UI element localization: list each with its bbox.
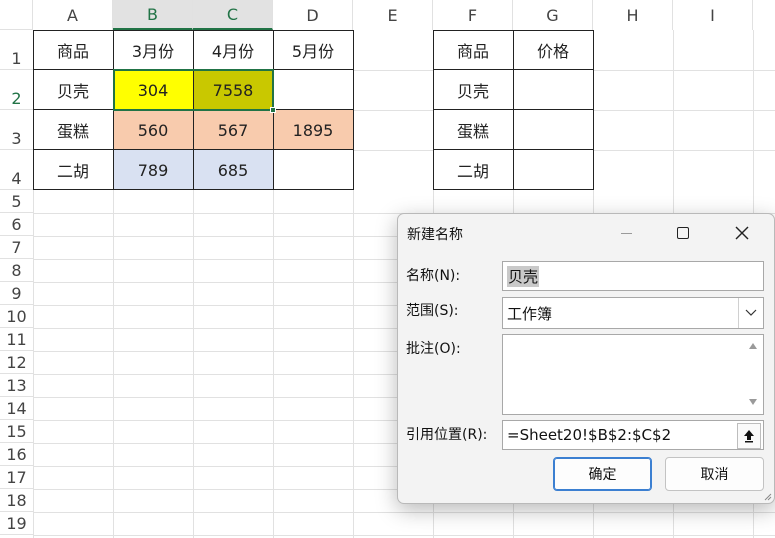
dialog-title: 新建名称 bbox=[407, 227, 463, 243]
row-header-6[interactable]: 6 bbox=[0, 213, 33, 236]
table1-product-cell[interactable]: 蛋糕 bbox=[33, 110, 113, 150]
resize-grip-icon[interactable] bbox=[764, 493, 772, 501]
table2-header-product[interactable]: 商品 bbox=[433, 30, 513, 70]
table1-border bbox=[33, 30, 34, 190]
collapse-dialog-button[interactable] bbox=[737, 423, 761, 449]
row-header-10[interactable]: 10 bbox=[0, 305, 33, 328]
table2-product-cell[interactable]: 贝壳 bbox=[433, 70, 513, 110]
table1-header-april[interactable]: 4月份 bbox=[193, 30, 273, 70]
select-all-corner[interactable] bbox=[0, 0, 33, 30]
row-header-12[interactable]: 12 bbox=[0, 351, 33, 374]
scroll-up-icon[interactable] bbox=[748, 342, 758, 350]
table1-value-cell[interactable] bbox=[273, 150, 353, 190]
table1-value-cell[interactable]: 567 bbox=[193, 110, 273, 150]
table1-header-may[interactable]: 5月份 bbox=[273, 30, 353, 70]
row-header-1[interactable]: 1 bbox=[0, 30, 33, 70]
row-header-7[interactable]: 7 bbox=[0, 236, 33, 259]
table2-border bbox=[433, 30, 434, 190]
selection-range bbox=[113, 69, 274, 111]
column-header-a[interactable]: A bbox=[33, 0, 113, 30]
table1-product-cell[interactable]: 二胡 bbox=[33, 150, 113, 190]
table1-border bbox=[353, 30, 354, 190]
chevron-down-icon bbox=[745, 309, 757, 316]
reference-value: =Sheet20!$B$2:$C$2 bbox=[507, 426, 672, 444]
scope-select-value: 工作簿 bbox=[507, 304, 553, 323]
table1-value-cell[interactable]: 560 bbox=[113, 110, 193, 150]
column-header-f[interactable]: F bbox=[433, 0, 513, 30]
table1-value-cell[interactable]: 685 bbox=[193, 150, 273, 190]
row-header-9[interactable]: 9 bbox=[0, 282, 33, 305]
maximize-button[interactable] bbox=[663, 214, 703, 252]
row-header-15[interactable]: 15 bbox=[0, 420, 33, 443]
name-label: 名称(N): bbox=[406, 268, 461, 284]
name-field[interactable]: 贝壳 bbox=[502, 261, 764, 291]
table2-product-cell[interactable]: 二胡 bbox=[433, 150, 513, 190]
gridline bbox=[593, 110, 775, 111]
close-button[interactable] bbox=[722, 214, 762, 252]
comment-label: 批注(O): bbox=[406, 341, 461, 357]
row-header-13[interactable]: 13 bbox=[0, 374, 33, 397]
row-header-18[interactable]: 18 bbox=[0, 489, 33, 512]
column-header-c[interactable]: C bbox=[193, 0, 273, 30]
close-icon bbox=[735, 226, 749, 240]
column-header-h[interactable]: H bbox=[593, 0, 673, 30]
comment-scrollbar[interactable] bbox=[743, 335, 763, 414]
gridline bbox=[33, 512, 775, 513]
table2-price-cell[interactable] bbox=[513, 150, 593, 190]
row-header-2[interactable]: 2 bbox=[0, 70, 33, 110]
table1-value-cell[interactable]: 789 bbox=[113, 150, 193, 190]
minimize-icon bbox=[620, 232, 632, 234]
row-header-17[interactable]: 17 bbox=[0, 466, 33, 489]
table2-border bbox=[513, 30, 514, 190]
column-header-b[interactable]: B bbox=[113, 0, 193, 30]
table1-header-product[interactable]: 商品 bbox=[33, 30, 113, 70]
comment-textarea[interactable] bbox=[502, 334, 764, 415]
new-name-dialog[interactable]: 新建名称 名称(N): 贝壳 范围(S): 工作簿 批注(O): 引用位置(R)… bbox=[397, 213, 775, 504]
column-header-i[interactable]: I bbox=[673, 0, 753, 30]
maximize-icon bbox=[677, 227, 689, 239]
scope-dropdown-button[interactable] bbox=[738, 298, 763, 328]
table1-header-march[interactable]: 3月份 bbox=[113, 30, 193, 70]
gridline bbox=[353, 70, 433, 71]
table2-product-cell[interactable]: 蛋糕 bbox=[433, 110, 513, 150]
row-header-16[interactable]: 16 bbox=[0, 443, 33, 466]
row-header-11[interactable]: 11 bbox=[0, 328, 33, 351]
table1-value-cell[interactable]: 1895 bbox=[273, 110, 353, 150]
row-header-5[interactable]: 5 bbox=[0, 190, 33, 213]
scope-select[interactable]: 工作簿 bbox=[502, 297, 764, 329]
cancel-button[interactable]: 取消 bbox=[665, 457, 764, 491]
reference-label: 引用位置(R): bbox=[406, 427, 488, 443]
gridline bbox=[593, 70, 775, 71]
column-header-d[interactable]: D bbox=[273, 0, 353, 30]
table1-value-cell[interactable] bbox=[273, 70, 353, 110]
reference-field[interactable]: =Sheet20!$B$2:$C$2 bbox=[502, 420, 764, 450]
row-header-4[interactable]: 4 bbox=[0, 150, 33, 190]
gridline bbox=[353, 150, 433, 151]
table2-price-cell[interactable] bbox=[513, 70, 593, 110]
row-header-14[interactable]: 14 bbox=[0, 397, 33, 420]
scroll-down-icon[interactable] bbox=[748, 398, 758, 406]
gridline bbox=[33, 535, 775, 536]
table2-price-cell[interactable] bbox=[513, 110, 593, 150]
name-field-value: 贝壳 bbox=[507, 265, 540, 287]
table2-border bbox=[593, 30, 594, 190]
ok-button[interactable]: 确定 bbox=[553, 457, 652, 491]
row-header-19[interactable]: 19 bbox=[0, 512, 33, 535]
upload-arrow-icon bbox=[744, 430, 754, 443]
gridline bbox=[593, 150, 775, 151]
column-header-e[interactable]: E bbox=[353, 0, 433, 30]
fill-handle[interactable] bbox=[270, 107, 276, 113]
row-header-8[interactable]: 8 bbox=[0, 259, 33, 282]
column-header-g[interactable]: G bbox=[513, 0, 593, 30]
table1-product-cell[interactable]: 贝壳 bbox=[33, 70, 113, 110]
row-header-3[interactable]: 3 bbox=[0, 110, 33, 150]
gridline bbox=[353, 110, 433, 111]
scope-label: 范围(S): bbox=[406, 303, 459, 319]
table2-header-price[interactable]: 价格 bbox=[513, 30, 593, 70]
minimize-button[interactable] bbox=[606, 214, 646, 252]
